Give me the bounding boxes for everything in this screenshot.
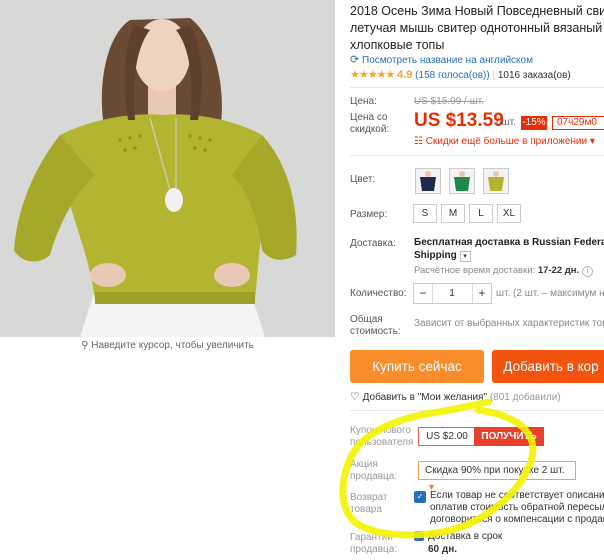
divider (350, 155, 604, 156)
add-to-cart-button[interactable]: Добавить в кор (492, 350, 604, 383)
guarantee-line: Доставка в срок (428, 531, 503, 542)
add-to-wishlist-link[interactable]: ♡ Добавить в "Мои желания" (801 добавили… (350, 390, 561, 403)
guarantee-label-line: продавца: (350, 544, 398, 555)
rating-row: ★★★★★ 4.9 (158 голоса(ов)) | 1016 заказа… (350, 69, 571, 81)
wishlist-count: (801 добавили) (489, 392, 561, 403)
size-option-s[interactable]: S (413, 204, 437, 223)
quantity-plus-button[interactable]: + (472, 284, 491, 303)
returns-label: Возврат товара (350, 492, 388, 516)
total-label-line: Общая (350, 314, 383, 325)
size-label: Размер: (350, 209, 388, 220)
clock-icon (414, 531, 424, 541)
quantity-input[interactable]: 1 (433, 284, 471, 303)
quantity-minus-button[interactable]: − (414, 284, 433, 303)
guarantee-label-line: Гарантии (350, 532, 393, 543)
guarantee-days: 60 дн. (428, 544, 458, 555)
chevron-down-icon: ▾ (459, 251, 471, 262)
title-line: хлопковые топы (350, 38, 445, 52)
phone-icon: ☷ (414, 136, 423, 147)
divider (350, 87, 604, 88)
eta-label: Расчётное время доставки: (414, 265, 536, 276)
product-image[interactable] (0, 0, 335, 337)
orders-count: 1016 заказа(ов) (497, 70, 571, 81)
buy-now-button[interactable]: Купить сейчас (350, 350, 484, 383)
app-discount-text: Скидки ещё больше в приложении (425, 136, 588, 147)
color-option-navy[interactable] (415, 168, 441, 194)
promo-label-line: продавца: (350, 471, 398, 482)
app-discount-link[interactable]: ☷ Скидки ещё больше в приложении ▾ (414, 136, 595, 147)
heart-icon: ♡ (350, 391, 360, 403)
total-label-line: стоимость: (350, 326, 401, 337)
delivery-label: Доставка: (350, 238, 396, 249)
title-line: летучая мышь свитер однотонный вязаный с… (350, 21, 604, 35)
zoom-hint: ⚲ Наведите курсор, чтобы увеличить (0, 340, 335, 351)
color-option-yellow-green[interactable] (483, 168, 509, 194)
size-option-xl[interactable]: XL (497, 204, 521, 223)
discount-price-label: Цена со скидкой: (350, 112, 390, 135)
seller-promo-text: Скидка 90% при покупке 2 шт. (425, 465, 565, 476)
returns-label-line: Возврат (350, 492, 388, 503)
title-line: 2018 Осень Зима Новый Повседневный свите… (350, 4, 604, 18)
price-label: Цена: (350, 96, 377, 107)
new-user-coupon-label: Купон нового пользователя (350, 425, 413, 449)
coupon-label-line: пользователя (350, 437, 414, 448)
color-option-green[interactable] (449, 168, 475, 194)
get-coupon-button[interactable]: ПОЛУЧИТЬ (474, 427, 544, 446)
chevron-down-icon: ▾ (589, 136, 595, 147)
size-option-m[interactable]: M (441, 204, 465, 223)
discount-badge: -15% (521, 116, 547, 130)
translate-title-link[interactable]: ⟳ Посмотреть название на английском (350, 53, 533, 66)
seller-promo-select[interactable]: Скидка 90% при покупке 2 шт. ▾ (418, 461, 576, 493)
translate-icon: ⟳ (350, 54, 360, 66)
discount-price: US $13.59 (414, 110, 504, 131)
returns-label-line: товара (350, 504, 382, 515)
returns-line: оплатив стоимость обратной пересылки (430, 502, 604, 513)
delivery-eta: Расчётное время доставки: 17-22 дн. i (414, 265, 593, 277)
promo-label-line: Акция (350, 459, 378, 470)
guarantee-label: Гарантии продавца: (350, 532, 397, 556)
info-icon[interactable]: i (581, 266, 593, 277)
coupon-amount: US $2.00 (418, 427, 476, 446)
countdown-timer: 07ч29м0 (552, 116, 604, 130)
size-option-l[interactable]: L (469, 204, 493, 223)
quantity-note: шт. (2 шт. – максимум на (496, 288, 604, 299)
model-photo (0, 0, 335, 337)
rating-value: 4.9 (397, 69, 413, 81)
shipping-method: Shipping (414, 250, 457, 261)
coupon-label-line: Купон нового (350, 425, 411, 436)
eta-value: 17-22 дн. (537, 265, 580, 276)
zoom-hint-text: Наведите курсор, чтобы увеличить (91, 340, 254, 351)
seller-promo-label: Акция продавца: (350, 459, 397, 483)
shield-icon: ✓ (414, 491, 426, 503)
guarantee-text: Доставка в срок 60 дн. (428, 530, 502, 556)
free-shipping-text: Бесплатная доставка в Russian Federation (414, 237, 604, 248)
original-price: US $15.99 / шт. (414, 96, 484, 107)
total-label: Общая стоимость: (350, 314, 401, 338)
product-title: 2018 Осень Зима Новый Повседневный свите… (350, 3, 604, 54)
rating-stars-icon[interactable]: ★★★★★ (350, 69, 395, 81)
returns-line: договориться о компенсации с продавцо (430, 514, 604, 525)
quantity-stepper: − 1 + (413, 283, 492, 304)
price-unit: / шт. (496, 117, 516, 128)
magnifier-icon: ⚲ (81, 340, 89, 351)
shipping-method-select[interactable]: Shipping ▾ (414, 250, 471, 262)
quantity-label: Количество: (350, 288, 407, 299)
returns-policy-text: Если товар не соответствует описанию, в … (430, 490, 604, 526)
total-cost-text: Зависит от выбранных характеристик товар (414, 318, 604, 329)
wishlist-text: Добавить в "Мои желания" (362, 392, 488, 403)
color-label: Цвет: (350, 174, 376, 185)
divider (350, 410, 604, 411)
votes-count[interactable]: (158 голоса(ов)) (415, 70, 490, 81)
returns-line: Если товар не соответствует описанию, в (430, 490, 604, 501)
translate-link-text: Посмотреть название на английском (362, 55, 533, 66)
